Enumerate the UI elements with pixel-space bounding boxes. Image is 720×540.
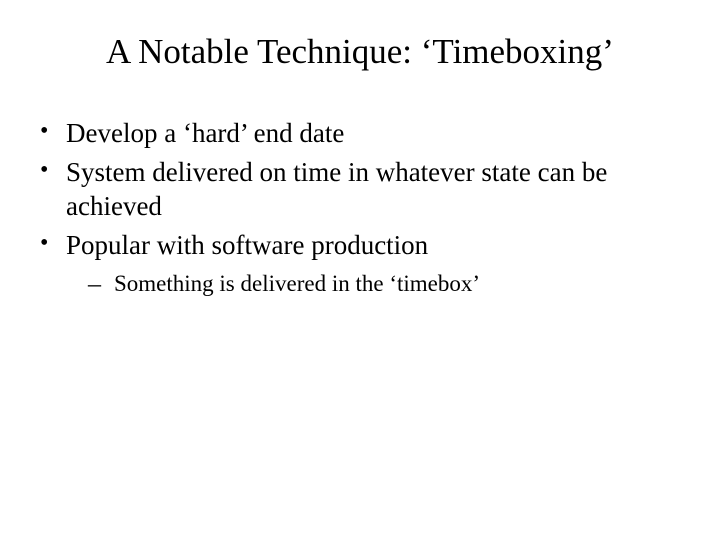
sub-list-item: Something is delivered in the ‘timebox’ <box>86 268 682 299</box>
list-item: Develop a ‘hard’ end date <box>38 116 682 151</box>
list-item: Popular with software production Somethi… <box>38 228 682 300</box>
list-item-text: Develop a ‘hard’ end date <box>66 118 344 148</box>
slide: A Notable Technique: ‘Timeboxing’ Develo… <box>0 0 720 540</box>
sub-list-item-text: Something is delivered in the ‘timebox’ <box>114 271 480 296</box>
slide-title: A Notable Technique: ‘Timeboxing’ <box>38 32 682 72</box>
list-item: System delivered on time in whatever sta… <box>38 155 682 224</box>
list-item-text: Popular with software production <box>66 230 428 260</box>
sub-list: Something is delivered in the ‘timebox’ <box>66 268 682 299</box>
bullet-list: Develop a ‘hard’ end date System deliver… <box>38 116 682 299</box>
list-item-text: System delivered on time in whatever sta… <box>66 157 607 222</box>
